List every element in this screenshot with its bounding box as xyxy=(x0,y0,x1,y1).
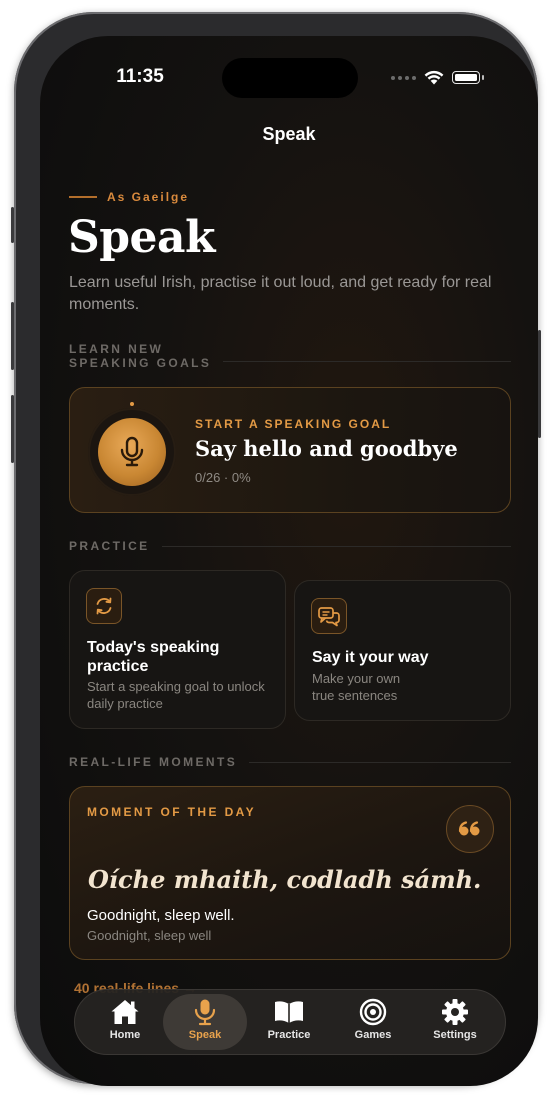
goal-progress: 0/26 · 0% xyxy=(195,470,251,485)
progress-dot xyxy=(130,402,134,406)
target-icon xyxy=(359,998,387,1026)
action-button xyxy=(11,207,14,243)
tab-speak[interactable]: Speak xyxy=(163,994,247,1050)
practice-icon-box xyxy=(311,598,347,634)
speech-bubbles-icon xyxy=(318,607,340,627)
microphone-icon xyxy=(120,436,144,467)
goal-mic-disc xyxy=(98,418,166,486)
tab-label: Settings xyxy=(433,1029,477,1041)
eyebrow-rule xyxy=(69,196,97,198)
volume-up-button xyxy=(11,302,14,370)
goal-progress-ring xyxy=(88,408,176,496)
page-subtitle: Learn useful Irish, practise it out loud… xyxy=(69,274,492,313)
eyebrow-text: As Gaeilge xyxy=(107,190,190,204)
tab-label: Speak xyxy=(188,1029,222,1041)
practice-card-subtitle: Make your own true sentences xyxy=(312,671,401,703)
moment-literal: Goodnight, sleep well xyxy=(87,928,212,943)
section-moments-label: REAL-LIFE MOMENTS xyxy=(69,755,238,769)
section-divider xyxy=(249,761,511,763)
section-divider xyxy=(161,545,511,547)
tab-label: Home xyxy=(109,1029,141,1041)
tab-practice[interactable]: Practice xyxy=(247,994,331,1050)
practice-card-title: Say it your way xyxy=(312,649,429,666)
practice-card-title: Today's speaking practice xyxy=(87,639,220,675)
daily-practice-card[interactable]: Today's speaking practice Start a speaki… xyxy=(69,570,286,729)
book-icon xyxy=(275,1001,303,1023)
moment-translation: Goodnight, sleep well. xyxy=(87,907,235,924)
section-moments: REAL-LIFE MOMENTS xyxy=(69,755,511,769)
section-practice-label: PRACTICE xyxy=(69,539,150,553)
section-divider xyxy=(223,360,511,362)
status-icons xyxy=(391,70,484,85)
wifi-icon xyxy=(424,70,444,85)
say-it-your-way-card[interactable]: Say it your way Make your own true sente… xyxy=(294,580,511,721)
gear-icon xyxy=(442,999,468,1025)
moment-of-the-day-card[interactable]: MOMENT OF THE DAY Oíche mhaith, codladh … xyxy=(69,786,511,960)
speaking-goal-card[interactable]: START A SPEAKING GOAL Say hello and good… xyxy=(69,387,511,513)
goal-kicker: START A SPEAKING GOAL xyxy=(195,417,392,431)
header-eyebrow: As Gaeilge xyxy=(69,190,189,204)
app-screen: 11:35 Speak As Gaeilge Speak Learn usefu… xyxy=(40,36,538,1086)
section-learn-label: LEARN NEW SPEAKING GOALS xyxy=(69,342,212,370)
cellular-signal-icon xyxy=(391,75,416,80)
tab-home[interactable]: Home xyxy=(83,994,167,1050)
dynamic-island xyxy=(222,58,358,98)
status-time: 11:35 xyxy=(116,66,164,87)
practice-icon-box xyxy=(86,588,122,624)
tab-settings[interactable]: Settings xyxy=(413,994,497,1050)
goal-title: Say hello and goodbye xyxy=(195,436,458,461)
quote-button[interactable] xyxy=(446,805,494,853)
battery-icon xyxy=(452,71,480,84)
side-button xyxy=(538,330,541,438)
section-learn: LEARN NEW SPEAKING GOALS xyxy=(69,342,511,370)
battery-cap xyxy=(482,75,484,80)
quote-icon xyxy=(458,821,480,836)
tab-games[interactable]: Games xyxy=(331,994,415,1050)
tab-label: Practice xyxy=(267,1029,311,1041)
tab-label: Games xyxy=(354,1029,392,1041)
moment-kicker: MOMENT OF THE DAY xyxy=(87,805,257,819)
refresh-icon xyxy=(96,597,112,615)
tab-bar: Home Speak Practice Games Settings xyxy=(74,989,506,1055)
practice-card-subtitle: Start a speaking goal to unlock daily pr… xyxy=(87,679,265,711)
section-practice: PRACTICE xyxy=(69,539,511,553)
page-title: Speak xyxy=(68,212,216,263)
microphone-icon xyxy=(194,999,216,1026)
volume-down-button xyxy=(11,395,14,463)
nav-title: Speak xyxy=(262,124,316,144)
home-icon xyxy=(111,1000,139,1024)
moment-phrase: Oíche mhaith, codladh sámh. xyxy=(88,865,482,894)
phone-frame: 11:35 Speak As Gaeilge Speak Learn usefu… xyxy=(11,12,541,1086)
